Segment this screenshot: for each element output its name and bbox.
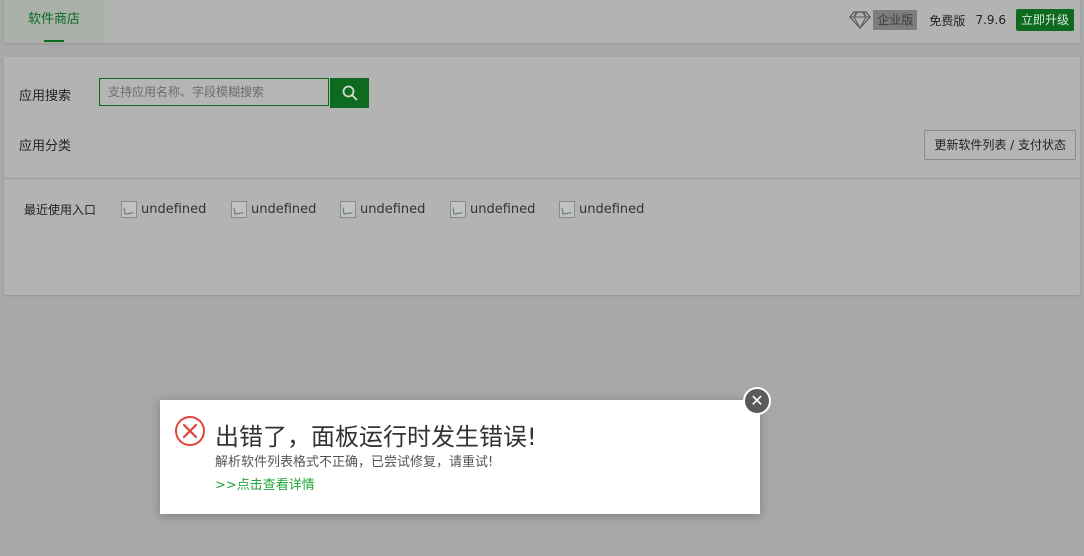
version-number: 7.9.6 <box>975 13 1006 27</box>
broken-image-icon <box>559 200 575 218</box>
error-title: 出错了，面板运行时发生错误! <box>215 423 537 451</box>
recent-entry-label: undefined <box>579 201 645 217</box>
search-input[interactable] <box>100 79 328 105</box>
search-button[interactable] <box>330 78 369 108</box>
recent-entry[interactable]: undefined <box>121 200 206 218</box>
tab-active-indicator <box>44 40 64 42</box>
view-details-link[interactable]: >>点击查看详情 <box>215 474 315 493</box>
search-icon <box>342 85 357 101</box>
recent-entry-label: undefined <box>251 201 317 217</box>
broken-image-icon <box>231 200 247 218</box>
close-icon: ✕ <box>750 391 764 410</box>
refresh-list-button[interactable]: 更新软件列表 / 支付状态 <box>924 130 1076 160</box>
error-icon <box>175 416 205 446</box>
recent-entries-label: 最近使用入口 <box>24 203 97 217</box>
tab-label: 软件商店 <box>27 12 80 27</box>
recent-entry[interactable]: undefined <box>559 200 644 218</box>
tab-software-store[interactable]: 软件商店 <box>4 0 104 43</box>
broken-image-icon <box>450 200 466 218</box>
recent-entry[interactable]: undefined <box>340 200 425 218</box>
recent-entry-label: undefined <box>470 201 536 217</box>
top-bar: 软件商店 企业版 免费版 7.9.6 立即升级 <box>4 0 1080 43</box>
error-message: 解析软件列表格式不正确，已尝试修复，请重试! <box>215 455 494 470</box>
search-field[interactable] <box>99 78 329 106</box>
category-label: 应用分类 <box>19 139 72 154</box>
recent-entry[interactable]: undefined <box>231 200 316 218</box>
enterprise-edition-badge[interactable]: 企业版 <box>873 10 918 30</box>
divider <box>4 178 1080 179</box>
free-edition-label: 免费版 <box>929 13 966 28</box>
diamond-icon <box>849 11 872 29</box>
error-dialog: 出错了，面板运行时发生错误! 解析软件列表格式不正确，已尝试修复，请重试! >>… <box>160 400 760 514</box>
software-store-panel: 应用搜索 应用分类 更新软件列表 / 支付状态 最近使用入口 undefined… <box>4 57 1080 295</box>
broken-image-icon <box>121 200 137 218</box>
search-label: 应用搜索 <box>19 89 72 104</box>
recent-entry[interactable]: undefined <box>450 200 535 218</box>
top-bar-right: 企业版 免费版 7.9.6 立即升级 <box>849 9 1074 31</box>
upgrade-button[interactable]: 立即升级 <box>1015 9 1074 31</box>
broken-image-icon <box>340 200 356 218</box>
recent-entry-label: undefined <box>141 201 207 217</box>
recent-entry-label: undefined <box>360 201 426 217</box>
close-dialog-button[interactable]: ✕ <box>743 387 771 415</box>
